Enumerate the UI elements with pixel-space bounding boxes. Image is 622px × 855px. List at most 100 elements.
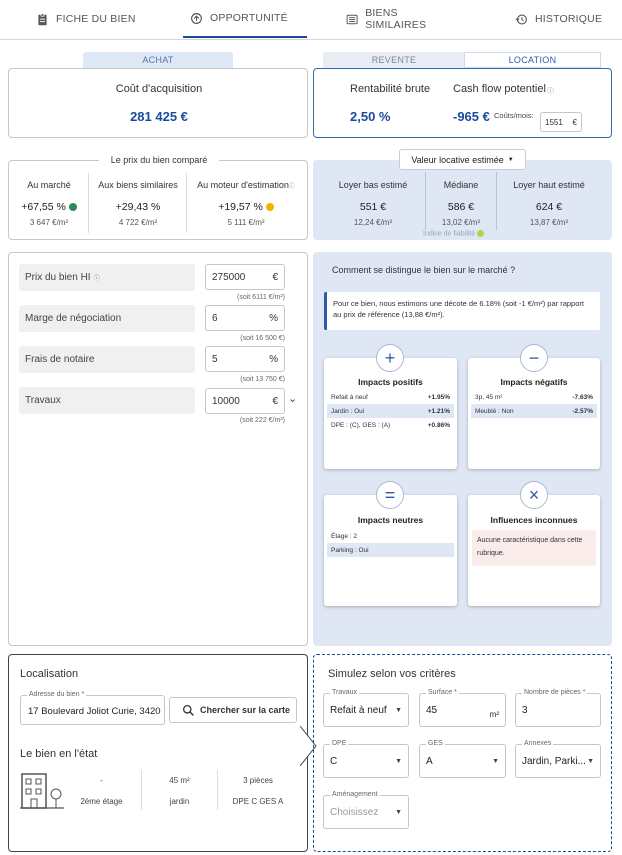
dropdown-label: Valeur locative estimée <box>411 154 504 165</box>
prix-note: (soit 6111 €/m²) <box>237 294 285 301</box>
caret-down-icon: ▼ <box>395 808 402 816</box>
map-search-icon <box>182 704 194 716</box>
fiabilite-dot-icon <box>477 230 485 237</box>
valeur-locative-panel: Valeur locative estimée ▼ Loyer bas estim… <box>313 149 612 240</box>
field-value: 3 <box>522 704 528 716</box>
adresse-field[interactable]: Adresse du bien * 17 Boulevard Joliot Cu… <box>20 691 165 725</box>
loyer-label: Loyer haut estimé <box>513 180 585 190</box>
caret-down-icon: ▼ <box>587 757 594 765</box>
dpe-select[interactable]: DPE C ▼ <box>323 740 409 778</box>
travaux-select[interactable]: Travaux Refait à neuf ▼ <box>323 689 409 727</box>
valeur-locative-dropdown[interactable]: Valeur locative estimée ▼ <box>399 149 526 170</box>
list-item: Meublé : Non -2.57% <box>471 404 597 418</box>
cashflow-value: -965 € <box>453 109 490 124</box>
plus-icon: + <box>376 344 404 372</box>
influences-inconnues-card: × Influences inconnues Aucune caractéris… <box>468 481 600 606</box>
field-placeholder: Choisissez <box>330 806 379 818</box>
localisation-title: Localisation <box>20 668 79 680</box>
info-icon[interactable]: ⓘ <box>94 273 100 282</box>
annexes-select[interactable]: Annexes Jardin, Parki... ▼ <box>515 740 601 778</box>
list-item: 3p, 45 m² -7.63% <box>475 393 593 401</box>
compare-sub: 5 111 €/m² <box>227 218 265 227</box>
loyer-sub: 12,24 €/m² <box>353 218 393 227</box>
couts-label: Coûts/mois: <box>494 111 534 120</box>
loyer-sub: 13,02 €/m² <box>441 218 481 227</box>
frais-label: Frais de notaire <box>19 346 195 373</box>
tab-label: HISTORIQUE <box>535 13 603 25</box>
ges-select[interactable]: GES A ▼ <box>419 740 506 778</box>
surface-input[interactable]: Surface * 45 m² <box>419 689 506 727</box>
yellow-dot-icon <box>265 203 274 212</box>
info-icon[interactable]: ⓘ <box>289 184 295 190</box>
caret-down-icon: ▼ <box>395 706 402 714</box>
etat-value: - <box>100 776 103 785</box>
caret-down-icon: ▼ <box>395 757 402 765</box>
localisation-card: Localisation Adresse du bien * 17 Boulev… <box>8 654 308 852</box>
compare-label: Au marché <box>27 180 71 190</box>
etat-value: 45 m² <box>169 776 190 785</box>
list-icon <box>346 14 358 24</box>
field-value: 45 <box>426 704 438 716</box>
field-value: Jardin, Parki... <box>522 755 586 767</box>
caret-down-icon: ▼ <box>492 757 499 765</box>
compare-sub: 4 722 €/m² <box>118 218 158 227</box>
positifs-title: Impacts positifs <box>358 377 423 387</box>
travaux-note: (soit 222 €/m²) <box>239 417 285 424</box>
tab-revente[interactable]: REVENTE <box>323 52 465 68</box>
tab-location[interactable]: LOCATION <box>464 52 601 68</box>
chevron-down-icon[interactable]: ⌄ <box>288 392 297 405</box>
impacts-negatifs-card: − Impacts négatifs 3p, 45 m² -7.63% Meubl… <box>468 344 600 469</box>
field-value: C <box>330 755 338 767</box>
compare-pct: +19,57 % <box>187 201 305 213</box>
couts-mois-input[interactable]: 1551 € <box>540 112 582 132</box>
tab-opportunite[interactable]: OPPORTUNITÉ <box>183 0 307 38</box>
tab-biens-similaires[interactable]: BIENS SIMILAIRES <box>346 0 456 38</box>
nombre-pieces-input[interactable]: Nombre de pièces * 3 <box>515 689 601 727</box>
etat-value: 3 pièces <box>243 776 273 785</box>
cashflow-title: Cash flow potentiel <box>453 83 546 95</box>
tab-achat[interactable]: ACHAT <box>83 52 233 68</box>
list-item: Parking : Oui <box>327 543 454 557</box>
marge-input[interactable]: 6% <box>205 305 285 331</box>
etat-value: DPE C GES A <box>232 797 284 806</box>
marge-note: (soit 16 500 €) <box>240 335 285 342</box>
history-icon <box>515 13 527 25</box>
field-label: Aménagement <box>330 791 380 798</box>
close-icon: × <box>520 481 548 509</box>
impacts-neutres-card: = Impacts neutres Étage : 2 Parking : Ou… <box>324 481 457 606</box>
adresse-label: Adresse du bien * <box>27 691 87 698</box>
travaux-input[interactable]: 10000 € <box>205 388 285 414</box>
loyer-value: 586 € <box>447 201 475 213</box>
loyer-value: 551 € <box>359 201 387 213</box>
chercher-carte-button[interactable]: Chercher sur la carte <box>169 697 297 723</box>
prix-du-bien-input[interactable]: 275000 € <box>205 264 285 290</box>
distingue-title: Comment se distingue le bien sur le marc… <box>332 265 516 275</box>
tab-historique[interactable]: HISTORIQUE <box>515 0 605 38</box>
field-label: Surface * <box>426 689 459 696</box>
travaux-label: Travaux <box>19 387 195 414</box>
amenagement-select[interactable]: Aménagement Choisissez ▼ <box>323 791 409 829</box>
minus-icon: − <box>520 344 548 372</box>
compare-sub: 3 647 €/m² <box>29 218 69 227</box>
compare-title: Le prix du bien comparé <box>99 155 219 165</box>
field-label: DPE <box>330 740 349 747</box>
loyer-label: Médiane <box>443 180 479 190</box>
compare-pct: +29,43 % <box>115 201 161 213</box>
tab-label: FICHE DU BIEN <box>56 13 136 25</box>
impacts-positifs-card: + Impacts positifs Refait à neuf +1.95% J… <box>324 344 457 469</box>
field-label: Nombre de pièces * <box>522 689 588 696</box>
rentabilite-value: 2,50 % <box>350 109 391 124</box>
field-value: Refait à neuf <box>330 704 387 716</box>
list-item: DPE : (C), GES : (A) +0.86% <box>331 421 450 429</box>
loyer-value: 624 € <box>535 201 563 213</box>
negatifs-title: Impacts négatifs <box>500 377 568 387</box>
field-unit: m² <box>489 709 499 719</box>
tab-fiche-du-bien[interactable]: FICHE DU BIEN <box>36 0 136 38</box>
simulez-title: Simulez selon vos critères <box>328 668 456 680</box>
acquisition-value: 281 425 € <box>130 109 188 124</box>
frais-input[interactable]: 5% <box>205 346 285 372</box>
info-icon[interactable]: ⓘ <box>547 86 554 96</box>
couts-value: 1551 <box>545 117 563 127</box>
distingue-panel: Comment se distingue le bien sur le marc… <box>313 252 612 646</box>
loyer-label: Loyer bas estimé <box>338 180 408 190</box>
